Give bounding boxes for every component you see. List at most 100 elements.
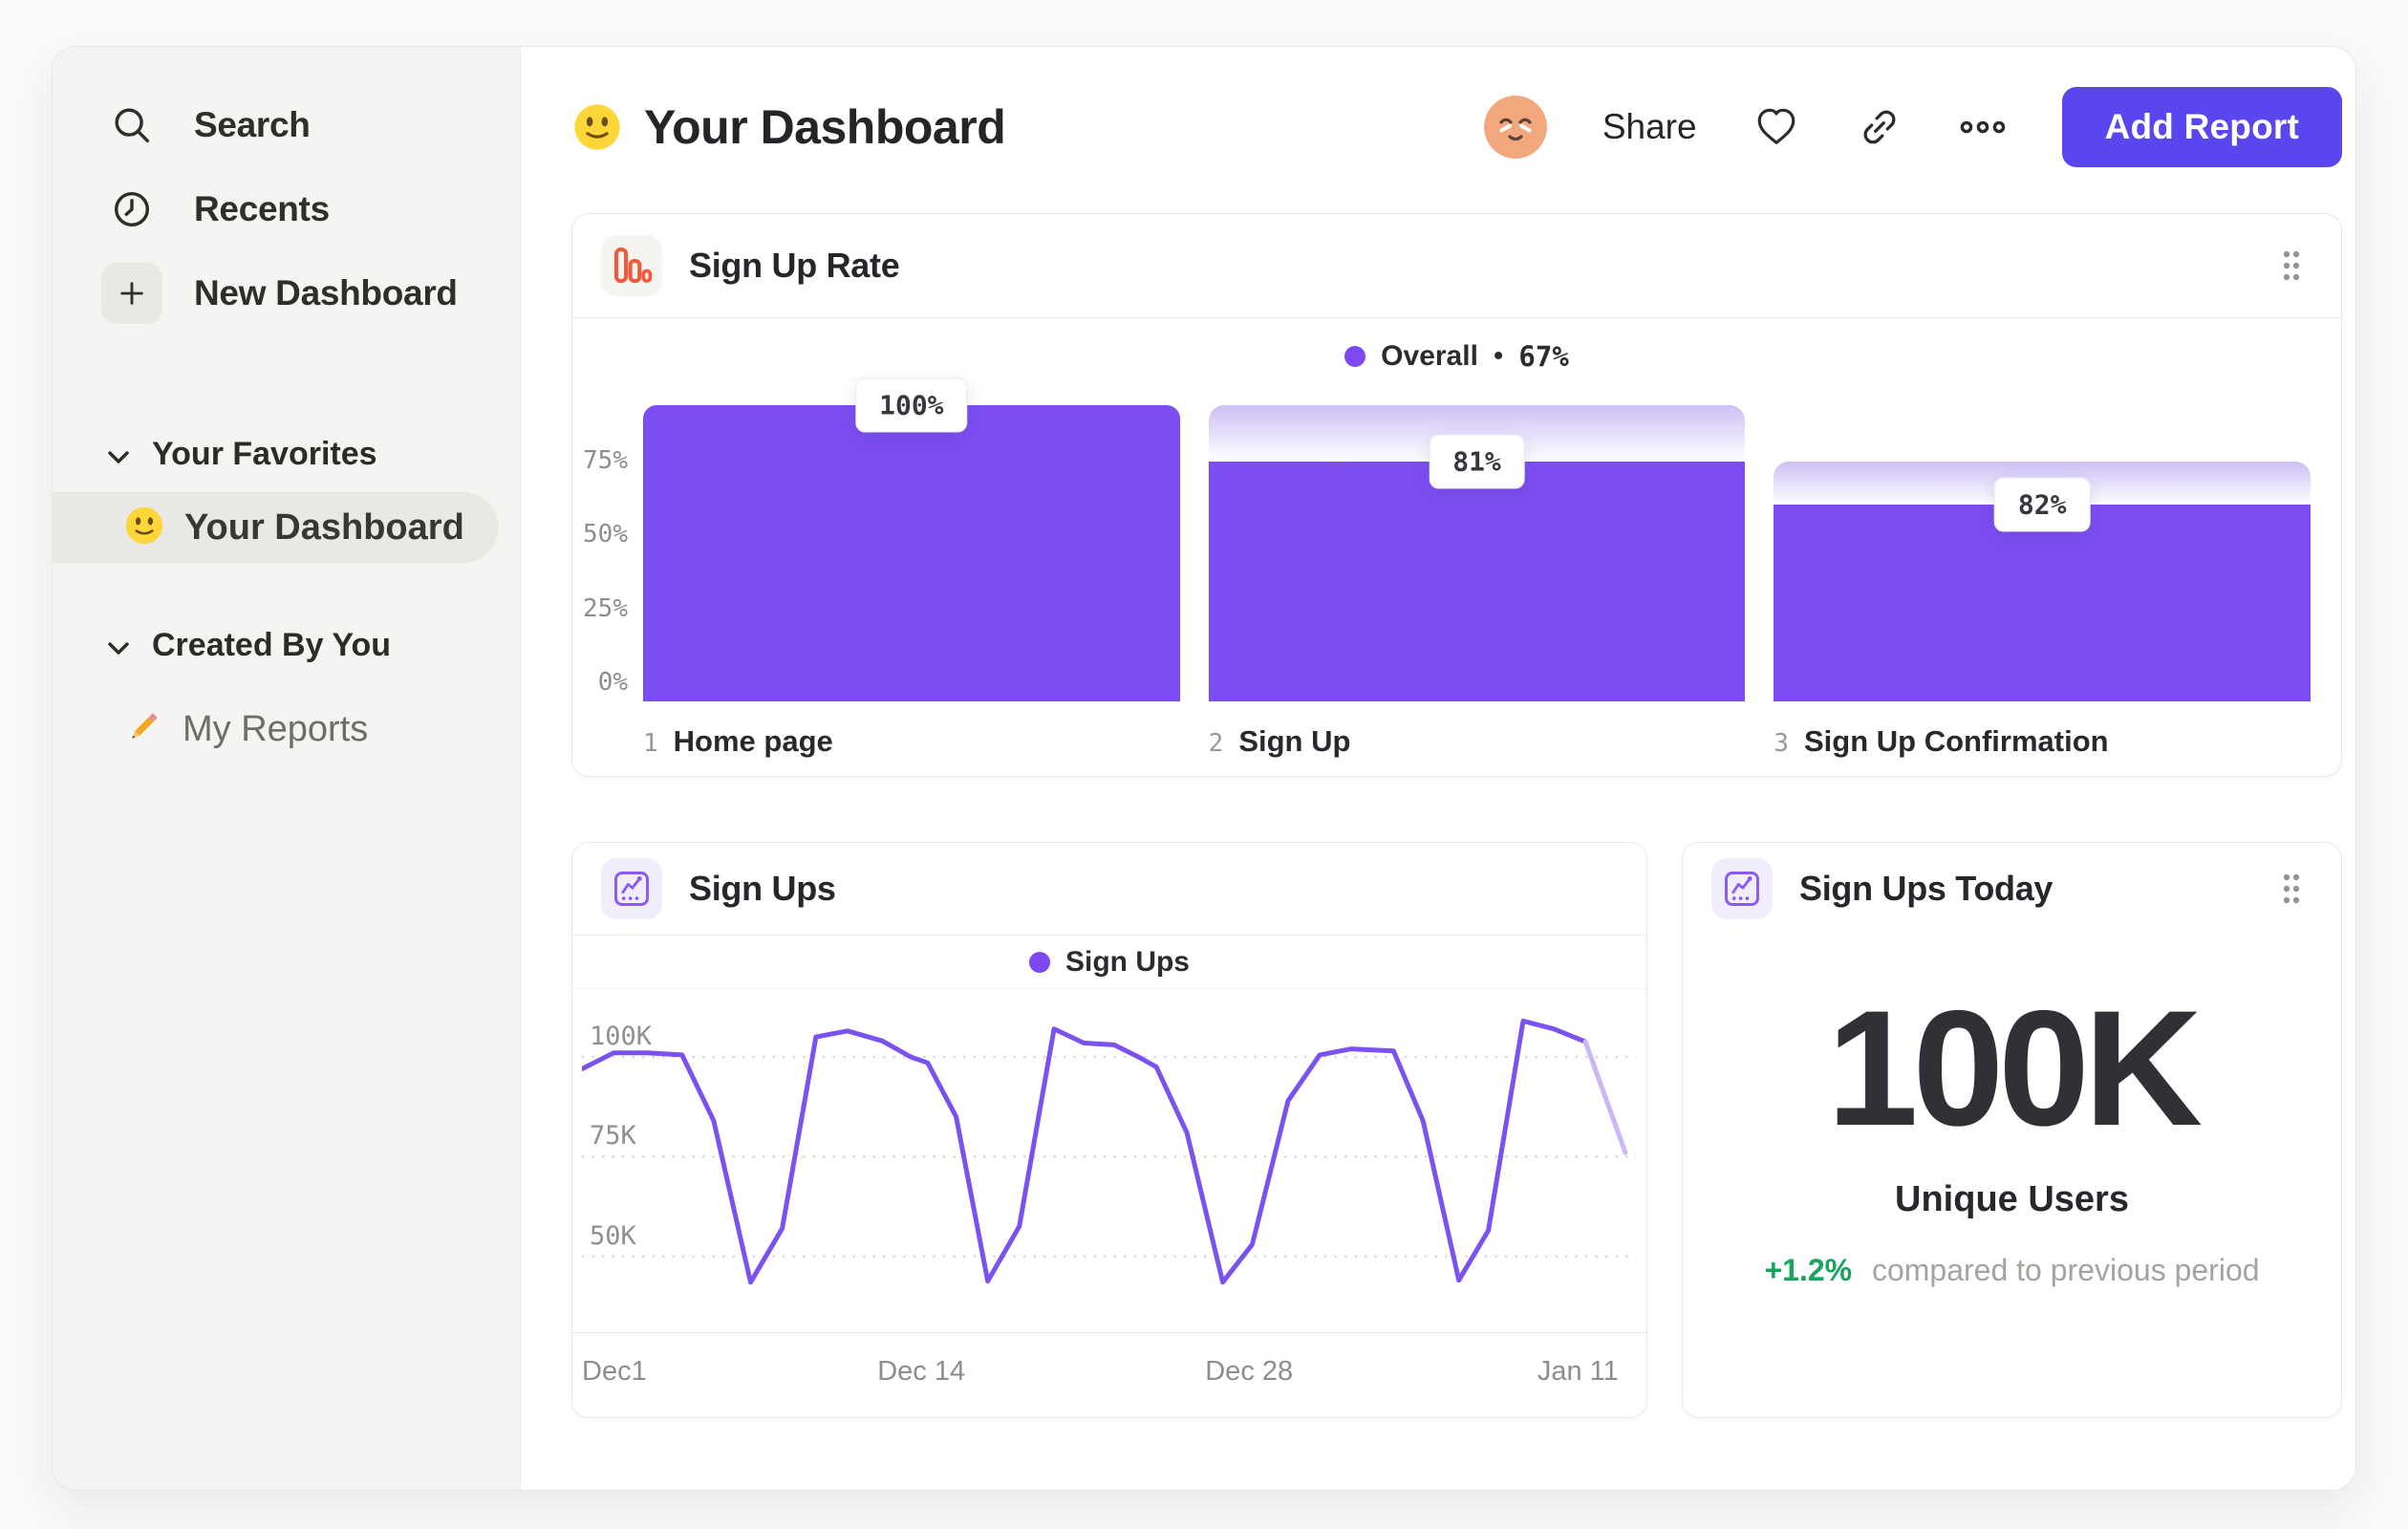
funnel-step-number: 1 [643, 729, 658, 758]
smiley-emoji-icon [571, 101, 623, 153]
sidebar-item-new-dashboard[interactable]: New Dashboard [53, 251, 499, 335]
funnel-bar[interactable] [1208, 461, 1746, 701]
sidebar-section-favorites: Your Favorites Your Dashboard [53, 427, 499, 563]
sign-ups-legend[interactable]: Sign Ups [572, 936, 1646, 989]
sign-ups-line-chart: 100K 75K 50K [582, 989, 1637, 1332]
funnel-step-column: 82% [1774, 405, 2311, 701]
y-tick-label: 75% [583, 445, 628, 475]
sign-ups-today-card-header: Sign Ups Today [1683, 843, 2341, 935]
legend-separator: • [1493, 340, 1504, 372]
sidebar-section-created-by-you: Created By You My Reports [53, 618, 499, 760]
kpi-delta-row: +1.2% compared to previous period [1683, 1253, 2341, 1288]
funnel-step-column: 81% [1208, 405, 1746, 701]
funnel-step-number: 3 [1774, 729, 1789, 758]
funnel-step-name: Sign Up Confirmation [1804, 724, 2109, 758]
x-tick-label: Dec 28 [1205, 1356, 1294, 1387]
sidebar-item-label: Your Dashboard [184, 506, 464, 548]
funnel-step-name: Sign Up [1238, 724, 1351, 758]
card-title: Sign Ups [689, 869, 836, 908]
sidebar-item-label: Search [194, 105, 311, 144]
sign-ups-card: Sign Ups Sign Ups 100K 75K 50K Dec1 Dec 14 D… [571, 842, 1647, 1418]
link-icon[interactable] [1856, 103, 1903, 151]
funnel-bar-tooltip: 81% [1429, 434, 1525, 489]
y-tick-label: 50% [583, 520, 628, 549]
chevron-down-icon [108, 436, 129, 473]
trend-chart-icon [1711, 858, 1773, 919]
funnel-bar[interactable] [643, 405, 1180, 701]
funnel-step-label: 3 Sign Up Confirmation [1774, 724, 2311, 759]
app-window: Search Recents New Dashboard Your Favori… [52, 46, 2356, 1491]
trend-chart-icon [601, 858, 662, 919]
sign-up-rate-card-header: Sign Up Rate [572, 214, 2341, 318]
heart-icon[interactable] [1752, 103, 1800, 151]
funnel-legend[interactable]: Overall • 67% [572, 318, 2341, 395]
legend-dot [1344, 346, 1366, 367]
x-tick-label: Jan 11 [1537, 1356, 1619, 1387]
sidebar-item-label: Recents [194, 189, 330, 228]
sign-up-rate-card: Sign Up Rate Overall • 67% 75% 50% 25% 0… [571, 213, 2342, 777]
pencil-emoji-icon [123, 707, 163, 752]
card-title: Sign Up Rate [689, 246, 900, 285]
sidebar-item-label: My Reports [183, 708, 369, 749]
funnel-y-axis: 75% 50% 25% 0% [572, 405, 643, 701]
clock-icon [100, 178, 163, 241]
chevron-down-icon [108, 627, 129, 664]
section-label: Created By You [152, 626, 392, 663]
created-section-header[interactable]: Created By You [53, 618, 499, 672]
dashboard-row-2: Sign Ups Sign Ups 100K 75K 50K Dec1 Dec 14 D… [571, 842, 2342, 1418]
funnel-step-number: 2 [1208, 729, 1224, 758]
sidebar-item-your-dashboard[interactable]: Your Dashboard [53, 492, 499, 563]
kpi-value: 100K [1826, 977, 2203, 1160]
x-tick-label: Dec1 [582, 1356, 647, 1387]
search-icon [100, 94, 163, 157]
topbar-actions: Share Add Report [1483, 87, 2342, 167]
funnel-chart: 75% 50% 25% 0% 100% 81% 82% [572, 377, 2311, 701]
sidebar-item-search[interactable]: Search [53, 83, 499, 167]
y-tick-label: 50K [590, 1220, 636, 1251]
kpi-delta-note: compared to previous period [1871, 1253, 2260, 1287]
funnel-bar-tooltip: 82% [1993, 477, 2091, 532]
kpi-label: Unique Users [1895, 1179, 2129, 1219]
sidebar-item-my-reports[interactable]: My Reports [53, 699, 499, 760]
sidebar-item-recents[interactable]: Recents [53, 167, 499, 251]
main-content: Your Dashboard Share Add Report Sign Up … [521, 47, 2355, 1490]
section-label: Your Favorites [152, 435, 377, 472]
y-tick-label: 0% [597, 668, 628, 697]
legend-label: Overall [1381, 340, 1478, 372]
funnel-bars-icon [601, 235, 662, 296]
x-tick-label: Dec 14 [877, 1356, 966, 1387]
funnel-bar-tooltip: 100% [855, 377, 968, 433]
y-tick-label: 25% [583, 593, 628, 623]
kpi-delta: +1.2% [1764, 1253, 1853, 1287]
topbar: Your Dashboard Share Add Report [571, 87, 2342, 167]
favorites-section-header[interactable]: Your Favorites [53, 427, 499, 481]
legend-label: Sign Ups [1064, 945, 1190, 978]
ellipsis-icon[interactable] [1959, 103, 2007, 151]
sign-ups-card-header: Sign Ups [572, 843, 1646, 936]
funnel-bar[interactable] [1774, 505, 2311, 701]
sidebar: Search Recents New Dashboard Your Favori… [53, 47, 521, 1490]
funnel-step-label: 1 Home page [643, 724, 1180, 759]
funnel-step-column: 100% [643, 377, 1180, 701]
y-tick-label: 100K [590, 1021, 653, 1051]
share-button[interactable]: Share [1602, 107, 1697, 147]
line-series-incomplete-tail [1582, 1039, 1628, 1155]
line-chart-svg [582, 1018, 1636, 1285]
line-chart-x-axis: Dec1 Dec 14 Dec 28 Jan 11 [572, 1332, 1646, 1417]
funnel-step-label: 2 Sign Up [1209, 724, 1746, 759]
drag-handle-icon[interactable] [2280, 872, 2303, 906]
smiley-emoji-icon [123, 505, 165, 551]
legend-dot [1028, 951, 1050, 973]
plus-icon [101, 263, 162, 324]
funnel-plot: 100% 81% 82% [643, 377, 2311, 701]
sidebar-item-label: New Dashboard [194, 273, 458, 312]
avatar[interactable] [1483, 96, 1547, 159]
funnel-x-labels: 1 Home page 2 Sign Up 3 Sign Up Confirmation [643, 724, 2311, 759]
drag-handle-icon[interactable] [2280, 248, 2303, 283]
add-report-button[interactable]: Add Report [2061, 87, 2342, 167]
funnel-step-name: Home page [673, 724, 833, 758]
legend-value: 67% [1518, 340, 1569, 373]
y-tick-label: 75K [590, 1121, 636, 1152]
app-page: Search Recents New Dashboard Your Favori… [0, 0, 2408, 1529]
page-title: Your Dashboard [644, 100, 1006, 154]
